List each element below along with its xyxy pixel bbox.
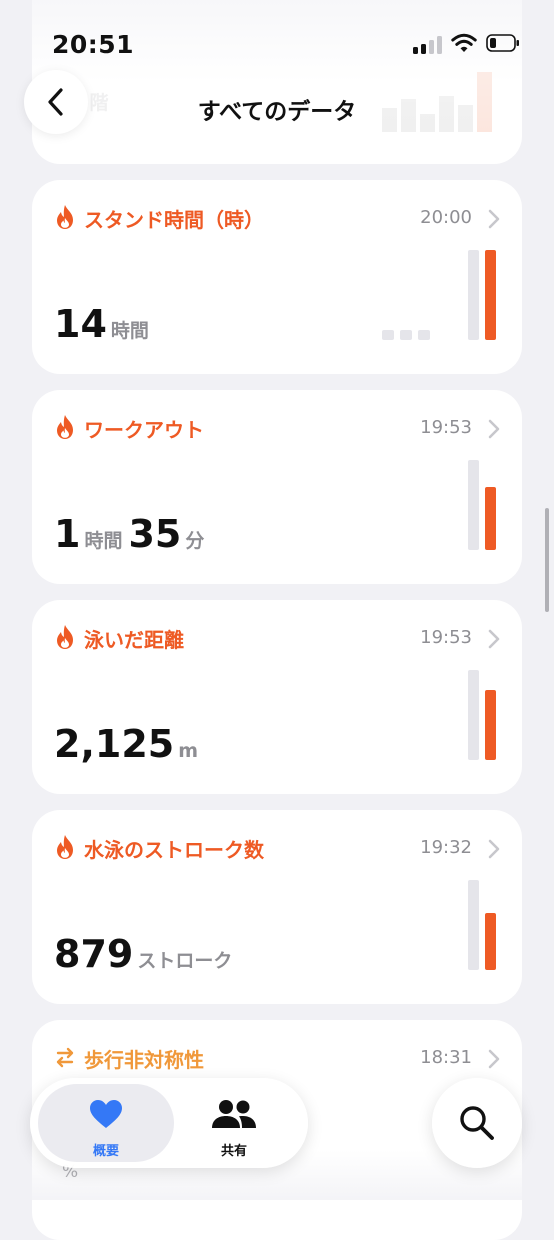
hourly-mini-bars [382,330,430,340]
search-button[interactable] [432,1078,522,1168]
chevron-right-icon [488,1049,500,1069]
card-title: スタンド時間（時） [84,208,264,232]
flame-icon [57,415,73,439]
value-unit: ストローク [137,950,233,972]
chevron-right-icon [488,839,500,859]
cellular-signal-icon [413,34,443,54]
chevron-right-icon [488,629,500,649]
swim-strokes-card[interactable]: 水泳のストローク数 19:32 879 ストローク [32,810,522,1004]
trend-bars [468,460,498,550]
card-value: 879 ストローク [54,932,238,976]
people-icon [212,1100,256,1128]
card-time: 18:31 [420,1047,472,1068]
card-time: 20:00 [420,207,472,228]
battery-icon [486,34,519,52]
card-time: 19:53 [420,627,472,648]
tab-label: 共有 [220,1144,247,1159]
mini-bar [418,330,430,340]
average-bar [468,670,479,760]
page-title: すべてのデータ [197,99,357,125]
mini-bar [400,330,412,340]
average-bar [468,880,479,970]
today-bar [485,913,496,970]
card-title: ワークアウト [84,418,204,442]
value-number: 35 [128,512,182,556]
today-bar [485,487,496,550]
workout-card[interactable]: ワークアウト 19:53 1 時間 35 分 [32,390,522,584]
swim-distance-card[interactable]: 泳いだ距離 19:53 2,125 m [32,600,522,794]
scrollbar[interactable] [545,508,549,612]
card-value: 14 時間 [54,302,155,346]
flame-icon [57,625,73,649]
search-icon [460,1106,494,1140]
flame-icon [57,205,73,229]
trend-bars [468,670,498,760]
trend-bars [468,880,498,970]
status-time: 20:51 [52,30,135,59]
status-bar: 20:51 [0,0,554,70]
tab-bar: 概要 共有 [30,1078,308,1168]
today-bar [485,250,496,340]
value-number: 1 [54,512,81,556]
average-bar [468,460,479,550]
mini-bar [382,330,394,340]
value-unit: 分 [185,530,205,552]
chevron-right-icon [488,419,500,439]
card-time: 19:32 [420,837,472,858]
value-unit: 時間 [110,320,149,342]
trend-bars [468,250,498,340]
value-number: 14 [54,302,107,346]
value-unit: 時間 [84,530,123,552]
chevron-right-icon [488,209,500,229]
card-time: 19:53 [420,417,472,438]
card-title: 水泳のストローク数 [84,838,264,862]
tab-label: 概要 [92,1144,119,1159]
stand-hours-card[interactable]: スタンド時間（時） 20:00 14 時間 [32,180,522,374]
value-number: 2,125 [54,722,175,766]
card-title: 泳いだ距離 [84,628,184,652]
card-title: 歩行非対称性 [84,1048,204,1072]
tab-summary[interactable]: 概要 [38,1084,174,1162]
today-bar [485,690,496,760]
tab-sharing[interactable]: 共有 [166,1084,302,1162]
value-number: 879 [54,932,134,976]
average-bar [468,250,479,340]
wifi-icon [451,33,477,52]
flame-icon [57,835,73,859]
heart-icon [90,1100,122,1128]
swap-arrows-icon [56,1047,74,1068]
card-value: 1 時間 35 分 [54,512,210,556]
card-value: 2,125 m [54,722,204,766]
value-unit: m [178,740,199,762]
